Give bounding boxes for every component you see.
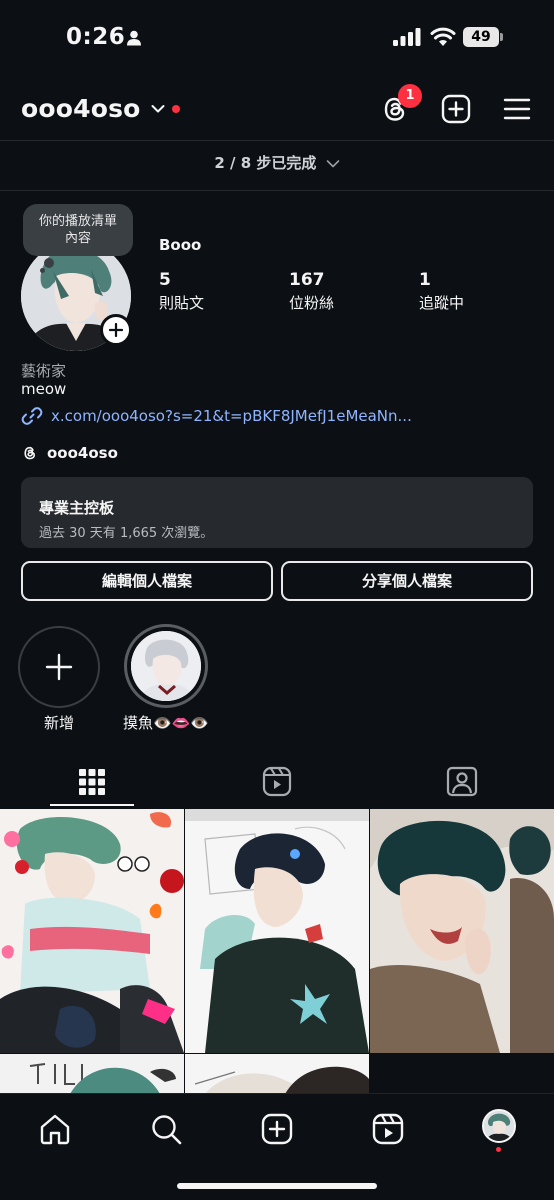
divider	[0, 190, 554, 191]
threads-handle: ooo4oso	[47, 444, 118, 462]
active-tab-indicator	[50, 804, 134, 806]
stat-label: 位粉絲	[289, 294, 335, 312]
signal-icon	[393, 28, 421, 46]
profile-header: ooo4oso 1	[0, 82, 554, 138]
post-thumbnail[interactable]	[185, 1054, 369, 1094]
dashboard-title: 專業主控板	[39, 499, 115, 517]
divider	[0, 140, 554, 141]
stat-label: 追蹤中	[419, 294, 465, 312]
post-thumbnail[interactable]	[370, 809, 554, 1053]
new-highlight-button[interactable]	[18, 626, 100, 708]
display-name: Booo	[159, 236, 202, 254]
battery-tip	[500, 33, 503, 41]
setup-progress[interactable]: 2 / 8 步已完成	[0, 152, 554, 173]
link-icon	[21, 407, 43, 425]
username-switcher[interactable]: ooo4oso	[21, 94, 141, 123]
add-story-button[interactable]	[100, 314, 132, 346]
reels-icon[interactable]	[257, 765, 297, 799]
edit-profile-button[interactable]: 編輯個人檔案	[21, 561, 273, 601]
professional-dashboard[interactable]: 專業主控板 過去 30 天有 1,665 次瀏覽。	[21, 477, 533, 548]
stat-count: 5	[159, 270, 171, 290]
plus-icon	[45, 653, 73, 681]
status-bar: 0:26 49	[0, 0, 554, 74]
grid-icon[interactable]	[72, 765, 112, 799]
stat-count: 1	[419, 270, 431, 290]
stat-posts[interactable]: 5 則貼文	[159, 270, 204, 313]
person-icon	[127, 30, 141, 46]
menu-icon[interactable]	[503, 95, 531, 123]
tagged-icon[interactable]	[442, 765, 482, 799]
wifi-icon	[430, 27, 456, 46]
post-thumbnail[interactable]	[185, 809, 369, 1053]
profile-bio: meow	[21, 380, 67, 398]
chevron-down-icon[interactable]	[151, 104, 165, 114]
note-bubble-tail	[40, 268, 45, 273]
chevron-down-icon	[326, 159, 339, 167]
plus-icon	[109, 323, 123, 337]
reels-icon[interactable]	[371, 1112, 405, 1146]
highlight-cover	[131, 631, 201, 701]
threads-badge: 1	[398, 84, 422, 108]
setup-progress-text: 2 / 8 步已完成	[214, 154, 317, 172]
highlight-story[interactable]	[124, 624, 208, 708]
stat-count: 167	[289, 270, 325, 290]
note-bubble-tail	[44, 258, 54, 268]
profile-category: 藝術家	[21, 362, 67, 380]
profile-link-text[interactable]: x.com/ooo4oso?s=21&t=pBKF8JMefJ1eMeaNn..…	[51, 407, 412, 425]
create-icon[interactable]	[441, 94, 471, 124]
stat-label: 則貼文	[159, 294, 205, 312]
dashboard-subtitle: 過去 30 天有 1,665 次瀏覽。	[39, 526, 214, 541]
home-indicator	[177, 1183, 377, 1189]
battery-indicator: 49	[463, 27, 503, 47]
create-icon[interactable]	[260, 1112, 294, 1146]
note-text: 你的播放清單 內容	[38, 214, 117, 246]
battery-level: 49	[463, 27, 499, 47]
profile-tab-avatar[interactable]	[482, 1109, 516, 1143]
home-icon[interactable]	[38, 1112, 72, 1146]
threads-icon	[24, 446, 36, 460]
post-thumbnail[interactable]	[0, 1054, 184, 1094]
threads-profile-badge[interactable]: ooo4oso	[21, 442, 118, 464]
status-time: 0:26	[66, 24, 126, 50]
note-bubble[interactable]: 你的播放清單 內容	[23, 204, 133, 256]
notification-dot	[172, 105, 180, 113]
search-icon[interactable]	[149, 1112, 183, 1146]
bottom-navigation	[0, 1093, 554, 1200]
share-profile-button[interactable]: 分享個人檔案	[281, 561, 533, 601]
notification-dot	[496, 1147, 501, 1152]
post-thumbnail[interactable]	[0, 809, 184, 1053]
highlight-label: 新增	[43, 714, 74, 732]
stat-following[interactable]: 1 追蹤中	[419, 270, 464, 313]
highlight-label: 摸魚👁️👄👁️	[122, 714, 210, 732]
stat-followers[interactable]: 167 位粉絲	[289, 270, 334, 313]
profile-link[interactable]: x.com/ooo4oso?s=21&t=pBKF8JMefJ1eMeaNn..…	[21, 404, 412, 428]
